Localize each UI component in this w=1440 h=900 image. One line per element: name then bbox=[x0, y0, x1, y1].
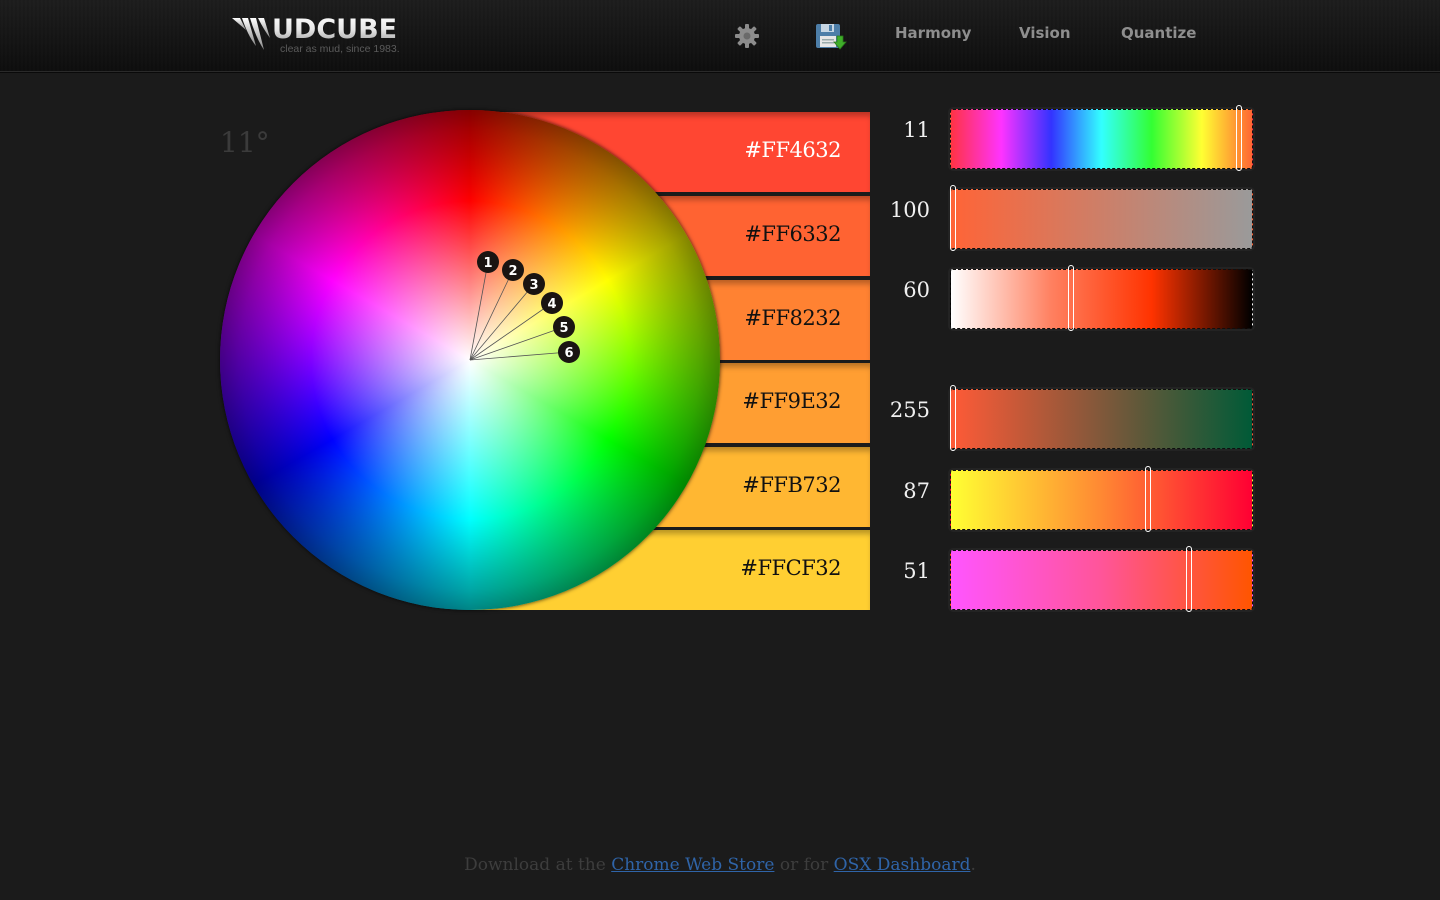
swatch-hex-label: #FF6332 bbox=[744, 222, 841, 246]
marker-number: 5 bbox=[559, 321, 568, 336]
slider-value: 87 bbox=[903, 479, 930, 503]
marker-number: 4 bbox=[547, 297, 556, 312]
color-marker[interactable]: 1 bbox=[477, 251, 499, 273]
slider-handle[interactable] bbox=[1144, 466, 1151, 532]
swatch-hex-label: #FF9E32 bbox=[742, 389, 841, 413]
slider-value: 60 bbox=[903, 278, 930, 302]
color-marker[interactable]: 5 bbox=[553, 316, 575, 338]
slider-hue: 11 bbox=[880, 100, 1260, 171]
slider-lightness: 60 bbox=[880, 260, 1260, 331]
logo-text: UDCUBE bbox=[272, 14, 398, 45]
footer-text: or for bbox=[774, 855, 834, 875]
slider-value: 51 bbox=[903, 559, 930, 583]
slider-saturation: 100 bbox=[880, 180, 1260, 251]
gear-icon bbox=[735, 24, 759, 48]
slider-handle[interactable] bbox=[950, 185, 956, 251]
footer-text: Download at the bbox=[464, 855, 612, 875]
color-marker[interactable]: 6 bbox=[558, 341, 580, 363]
color-marker[interactable]: 3 bbox=[523, 273, 545, 295]
nav-harmony[interactable]: Harmony bbox=[895, 24, 971, 42]
swatch-hex-label: #FFB732 bbox=[742, 473, 841, 497]
slider-handle[interactable] bbox=[1236, 105, 1243, 171]
marker-number: 1 bbox=[483, 256, 492, 271]
marker-line bbox=[469, 269, 514, 361]
marker-number: 6 bbox=[564, 346, 573, 361]
swatch-hex-label: #FF4632 bbox=[744, 138, 841, 162]
slider-value: 11 bbox=[903, 118, 930, 142]
slider-track[interactable] bbox=[950, 546, 1253, 612]
color-marker[interactable]: 4 bbox=[541, 292, 563, 314]
color-wheel[interactable]: 1 2345 6 bbox=[220, 110, 720, 610]
slider-track[interactable] bbox=[950, 105, 1253, 171]
slider-handle[interactable] bbox=[1068, 265, 1074, 331]
logo-mark-icon bbox=[232, 18, 270, 50]
slider-track[interactable] bbox=[950, 265, 1253, 331]
footer: Download at the Chrome Web Store or for … bbox=[0, 855, 1440, 875]
marker-line bbox=[469, 351, 570, 361]
color-marker[interactable]: 2 bbox=[502, 259, 524, 281]
settings-button[interactable] bbox=[733, 22, 761, 54]
slider-handle[interactable] bbox=[950, 385, 956, 451]
footer-text: . bbox=[970, 855, 976, 875]
slider-value: 100 bbox=[889, 198, 930, 222]
swatch-hex-label: #FF8232 bbox=[744, 306, 841, 330]
marker-number: 2 bbox=[508, 264, 517, 279]
nav-quantize[interactable]: Quantize bbox=[1121, 24, 1196, 42]
chrome-web-store-link[interactable]: Chrome Web Store bbox=[611, 855, 774, 875]
slider-track[interactable] bbox=[950, 385, 1253, 451]
logo[interactable]: UDCUBE clear as mud, since 1983. bbox=[232, 14, 412, 58]
swatch-hex-label: #FFCF32 bbox=[740, 556, 841, 580]
top-navigation-bar bbox=[0, 0, 1440, 72]
slider-track[interactable] bbox=[950, 185, 1253, 251]
marker-line bbox=[469, 261, 489, 361]
nav-vision[interactable]: Vision bbox=[1019, 24, 1071, 42]
wheel-markers: 1 2345 6 bbox=[469, 251, 580, 363]
slider-magenta-orange: 51 bbox=[880, 541, 1260, 612]
marker-number: 3 bbox=[529, 278, 538, 293]
slider-value: 255 bbox=[889, 398, 930, 422]
slider-track[interactable] bbox=[950, 466, 1253, 532]
save-icon bbox=[816, 24, 847, 50]
slider-yellow-red: 87 bbox=[880, 461, 1260, 532]
save-button[interactable] bbox=[815, 23, 847, 55]
slider-handle[interactable] bbox=[1186, 546, 1192, 612]
osx-dashboard-link[interactable]: OSX Dashboard bbox=[834, 855, 971, 875]
logo-tagline: clear as mud, since 1983. bbox=[280, 43, 400, 55]
slider-red-green: 255 bbox=[880, 380, 1260, 451]
